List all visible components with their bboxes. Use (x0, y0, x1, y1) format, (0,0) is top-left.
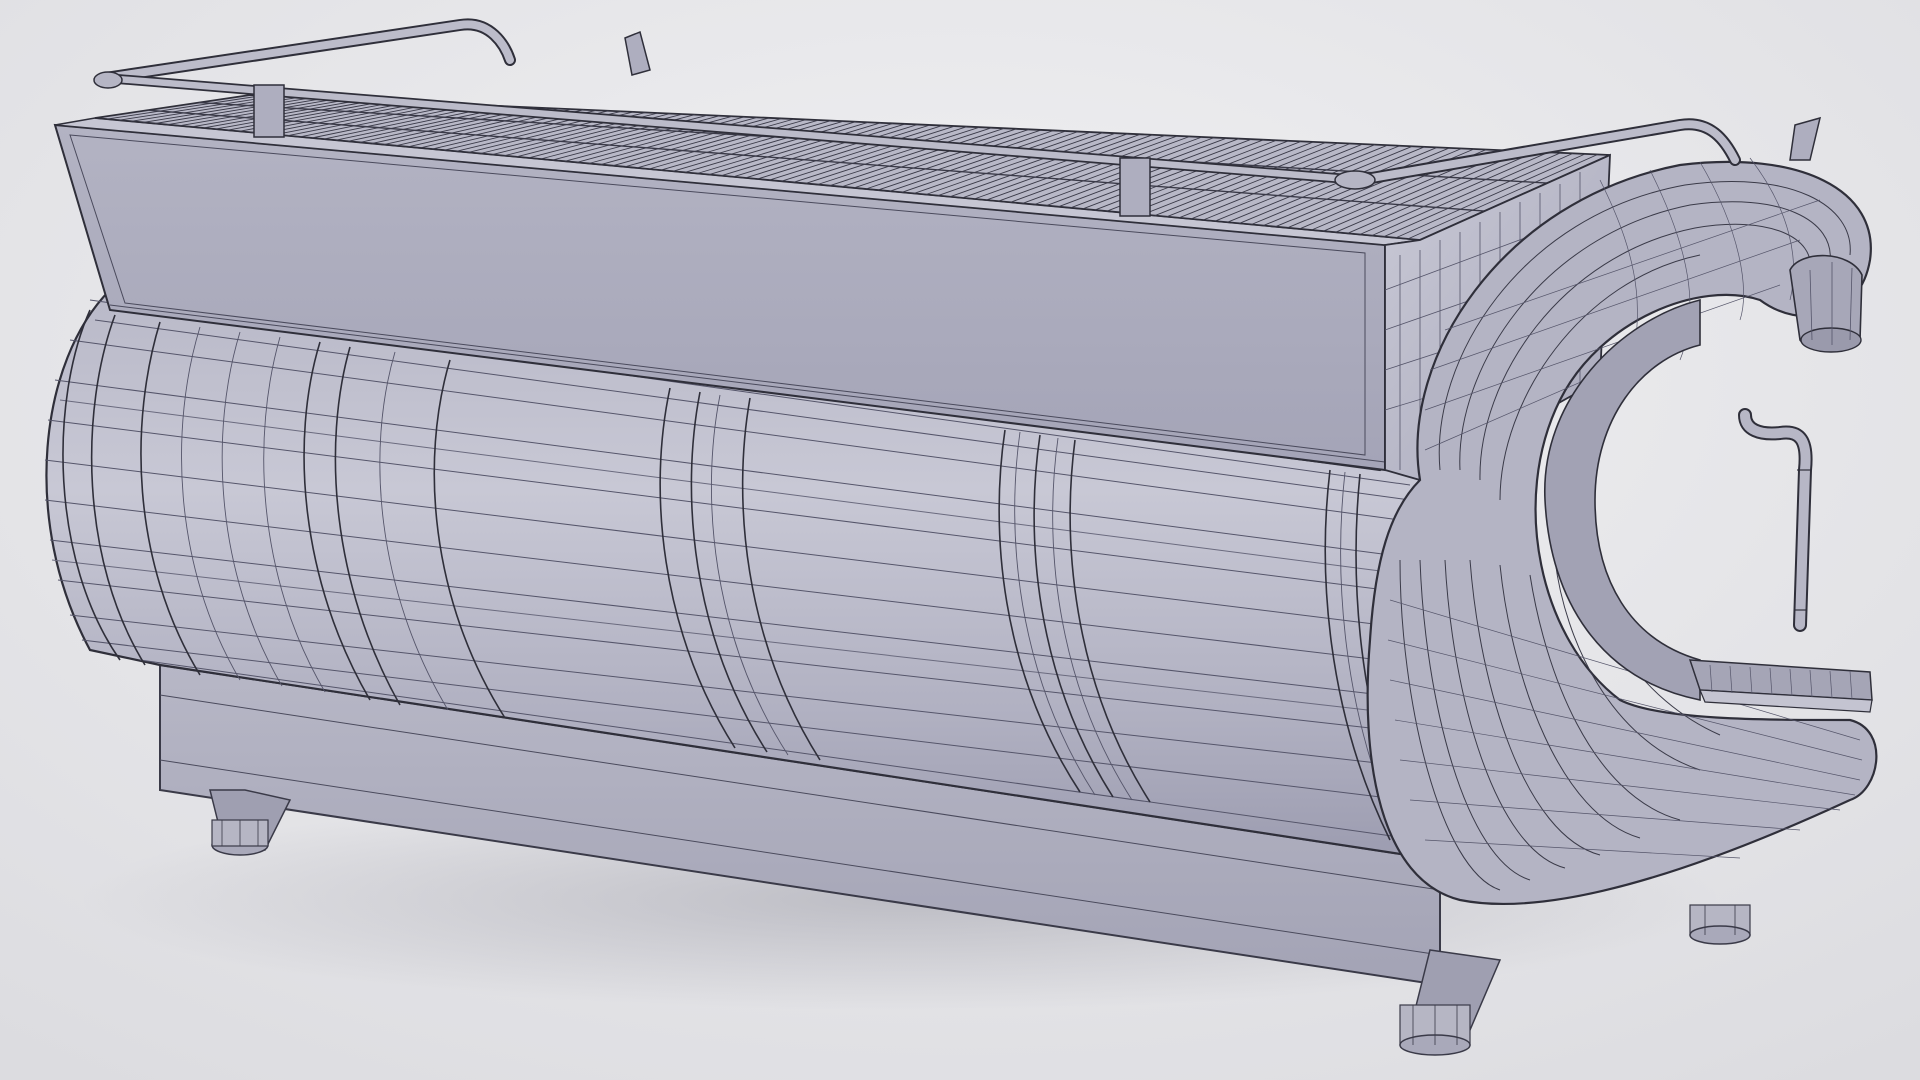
wireframe-render (0, 0, 1920, 1080)
foot-back-right (1689, 904, 1751, 945)
group-head (1789, 254, 1863, 353)
